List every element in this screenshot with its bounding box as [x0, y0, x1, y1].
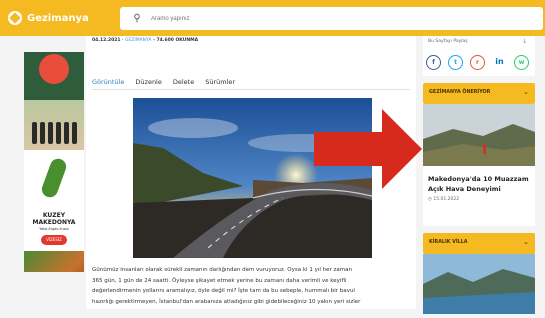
body-line: Günümüz insanları olarak sürekli zamanın… [92, 267, 352, 273]
recommended-card-title[interactable]: Makedonya'da 10 Muazzam Açık Hava Deneyi… [423, 170, 535, 194]
ad-title-line1: KUZEY [42, 212, 66, 219]
whatsapp-icon[interactable]: w [514, 55, 529, 70]
brand-name: Gezimanya [27, 12, 89, 24]
ad-title: KUZEY MAKEDONYA [24, 210, 84, 226]
logo-mark-icon [8, 11, 22, 25]
twitter-icon[interactable]: t [448, 55, 463, 70]
rental-heading-text: KİRALIK VİLLA [429, 240, 468, 245]
sidebar: Bu Sayfayı Paylaş ↓ f t r in w GEZİMANYA… [423, 36, 535, 314]
article-date: 04.12.2021 [92, 38, 121, 43]
recommended-card-date: ◷ 15.01.2022 [423, 194, 535, 202]
ad-title-line2: MAKEDONYA [32, 219, 76, 226]
ad-pepper-logo [24, 150, 84, 210]
ad-stamp: VİZESİZ [41, 235, 67, 245]
ad-people-image [24, 100, 84, 150]
reddit-icon[interactable]: r [470, 55, 485, 70]
recommended-heading-text: GEZİMANYA ÖNERİYOR [429, 90, 491, 95]
share-box: Bu Sayfayı Paylaş ↓ f t r in w [423, 36, 535, 76]
facebook-icon[interactable]: f [426, 55, 441, 70]
ad-badge-icon [39, 54, 69, 84]
search-bar[interactable]: ⚲ [120, 7, 543, 30]
rental-villa-widget-heading[interactable]: KİRALIK VİLLA ⌄ [423, 233, 535, 254]
rental-card-image [423, 254, 535, 314]
linkedin-icon[interactable]: in [492, 55, 507, 70]
recommended-card-image [423, 104, 535, 166]
pepper-icon [39, 156, 69, 200]
body-line: hazırlığı gerektirmeyen, İstanbul'dan ar… [92, 298, 361, 305]
left-advertisement[interactable]: KUZEY MAKEDONYA Yaka-Ergas-Ilusia VİZESİ… [24, 52, 84, 272]
article-category-link[interactable]: GEZIMANYA [125, 38, 152, 43]
ad-food-image [24, 251, 84, 272]
share-label: Bu Sayfayı Paylaş [428, 39, 468, 44]
card-date-text: 15.01.2022 [433, 197, 460, 202]
body-line: 365 gün, 1 gün de 24 saatti. Öyleyse şik… [92, 277, 347, 284]
ad-subtitle: Yaka-Ergas-Ilusia [39, 227, 69, 231]
site-logo[interactable]: Gezimanya [8, 9, 89, 27]
chevron-down-icon[interactable]: ⌄ [523, 238, 529, 246]
recommended-card[interactable]: Makedonya'da 10 Muazzam Açık Hava Deneyi… [423, 104, 535, 226]
chevron-down-icon[interactable]: ↓ [522, 38, 527, 45]
red-arrow-annotation [314, 109, 422, 189]
article-body: Günümüz insanları olarak sürekli zamanın… [92, 265, 410, 307]
rental-card[interactable] [423, 254, 535, 314]
article-meta: 04.12.2021 - GEZIMANYA - 74.600 OKUNMA [92, 38, 198, 43]
body-line: değerlendirmenin yollarını aramalıyız, ö… [92, 288, 355, 294]
article-reads: - 74.600 OKUNMA [151, 38, 199, 43]
chevron-down-icon[interactable]: ⌄ [523, 88, 529, 96]
search-input[interactable] [151, 15, 531, 22]
recommended-widget-heading[interactable]: GEZİMANYA ÖNERİYOR ⌄ [423, 83, 535, 104]
ad-banner-top [24, 52, 84, 100]
tab-divider [92, 89, 410, 90]
search-icon[interactable]: ⚲ [127, 13, 147, 24]
top-bar: Gezimanya ⚲ [0, 0, 545, 36]
